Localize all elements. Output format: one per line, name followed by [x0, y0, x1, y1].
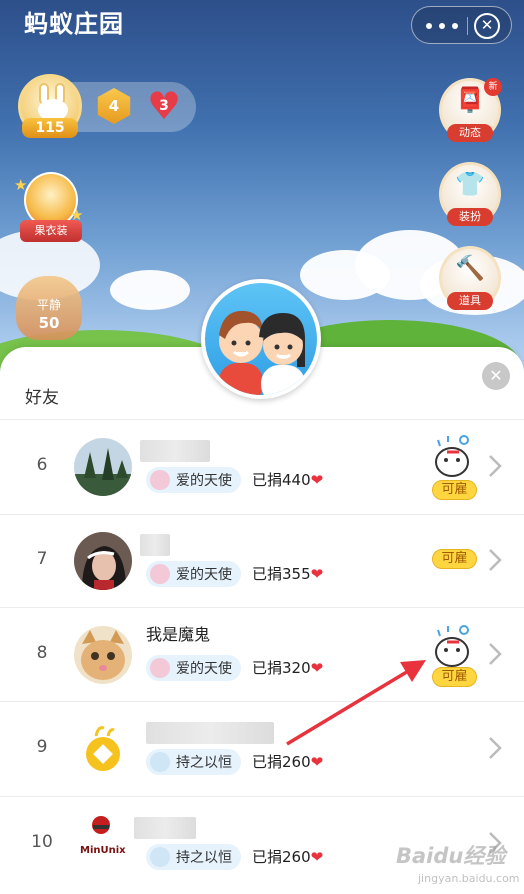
- baidu-watermark: Baidu经验: [396, 844, 506, 868]
- donation-count: 已捐440❤: [252, 469, 323, 491]
- donation-count: 已捐260❤: [252, 751, 323, 773]
- heart-icon: ❤: [310, 659, 324, 677]
- friend-name-redacted: [140, 440, 210, 462]
- donation-text: 已捐320: [252, 659, 311, 677]
- donation-count: 已捐260❤: [252, 846, 323, 868]
- chevron-right-icon[interactable]: [488, 454, 502, 478]
- friend-rank: 9: [36, 737, 48, 757]
- friend-row[interactable]: 9 持之以恒 已捐260❤: [0, 702, 524, 796]
- friend-row[interactable]: 7 爱的天使 已捐355❤ 可雇: [0, 514, 524, 608]
- friend-name-redacted: [140, 534, 170, 556]
- angel-icon: [150, 564, 170, 584]
- donation-text: 已捐355: [252, 565, 311, 583]
- hire-button[interactable]: 可雇: [432, 549, 477, 569]
- more-dots-icon[interactable]: [426, 15, 460, 35]
- donation-count: 已捐355❤: [252, 563, 323, 585]
- donation-text: 已捐260: [252, 753, 311, 771]
- hire-button[interactable]: 可雇: [432, 480, 477, 500]
- baidu-watermark-url: jingyan.baidu.com: [418, 872, 520, 885]
- props-button[interactable]: 🔨 道具: [439, 246, 501, 310]
- new-badge: 新: [484, 78, 502, 96]
- calm-label: 平静: [36, 298, 61, 312]
- friend-avatar[interactable]: [74, 626, 132, 684]
- title-badge: 持之以恒: [146, 749, 241, 775]
- chick-worker-icon: [435, 625, 469, 667]
- friend-name-redacted: [146, 722, 274, 744]
- close-icon[interactable]: ✕: [482, 362, 510, 390]
- level-value: 115: [22, 118, 78, 138]
- chevron-right-icon[interactable]: [488, 736, 502, 760]
- title-badge: 持之以恒: [146, 844, 241, 870]
- calm-mood-indicator[interactable]: 平静 50: [16, 276, 82, 340]
- friend-avatar[interactable]: [74, 532, 132, 590]
- dressup-label: 装扮: [447, 208, 493, 226]
- heart-badge-count: 3: [159, 98, 169, 114]
- heart-badge-icon[interactable]: ♥ 3: [146, 87, 182, 125]
- title-badge-label: 爱的天使: [176, 473, 232, 489]
- friend-rank: 6: [36, 455, 48, 475]
- friend-row[interactable]: 6 爱的天使 已捐440❤ 可雇: [0, 420, 524, 514]
- friend-avatar[interactable]: [74, 438, 132, 496]
- title-badge: 爱的天使: [146, 655, 241, 681]
- donation-text: 已捐440: [252, 471, 311, 489]
- heart-icon: ❤: [310, 565, 324, 583]
- title-badge-label: 持之以恒: [176, 850, 232, 866]
- heart-icon: ❤: [310, 848, 324, 866]
- star-icon: ★: [14, 176, 28, 194]
- title-badge-label: 持之以恒: [176, 755, 232, 771]
- friend-avatar[interactable]: MinUnix: [74, 815, 132, 873]
- avatar-logo-text: MinUnix: [80, 845, 126, 856]
- persistence-icon: [150, 847, 170, 867]
- close-circle-icon[interactable]: ✕: [474, 13, 500, 39]
- title-badge-label: 爱的天使: [176, 661, 232, 677]
- heart-icon: ❤: [310, 753, 324, 771]
- couple-icon: [219, 310, 305, 395]
- chevron-right-icon[interactable]: [488, 642, 502, 666]
- donation-text: 已捐260: [252, 848, 311, 866]
- heart-icon: ❤: [310, 471, 324, 489]
- friend-name: 我是魔鬼: [146, 625, 211, 644]
- hammer-icon: 🔨: [455, 254, 485, 282]
- friends-section-title: 好友: [25, 388, 59, 408]
- friend-name-redacted: [134, 817, 196, 839]
- activity-label: 动态: [447, 124, 493, 142]
- persistence-icon: [150, 752, 170, 772]
- dressup-button[interactable]: 👕 装扮: [439, 162, 501, 226]
- mini-program-capsule: ✕: [411, 6, 512, 44]
- star-icon: ★: [70, 206, 84, 224]
- friends-avatar: [201, 279, 321, 399]
- donation-count: 已捐320❤: [252, 657, 323, 679]
- friend-row[interactable]: 8 我是魔鬼 爱的天使 已捐320❤ 可雇: [0, 608, 524, 702]
- hire-button[interactable]: 可雇: [432, 667, 477, 687]
- friend-rank: 7: [36, 549, 48, 569]
- chevron-right-icon[interactable]: [488, 548, 502, 572]
- props-label: 道具: [447, 292, 493, 310]
- capsule-divider: [467, 17, 468, 35]
- title-badge: 爱的天使: [146, 467, 241, 493]
- shirt-icon: 👕: [455, 170, 485, 198]
- calm-value: 50: [38, 314, 60, 332]
- friend-rank: 10: [31, 832, 53, 852]
- app-title: 蚂蚁庄园: [24, 10, 124, 38]
- angel-icon: [150, 470, 170, 490]
- angel-icon: [150, 658, 170, 678]
- chick-worker-icon: [435, 435, 469, 477]
- friend-avatar[interactable]: [74, 720, 132, 778]
- title-badge-label: 爱的天使: [176, 567, 232, 583]
- title-badge: 爱的天使: [146, 561, 241, 587]
- friend-rank: 8: [36, 643, 48, 663]
